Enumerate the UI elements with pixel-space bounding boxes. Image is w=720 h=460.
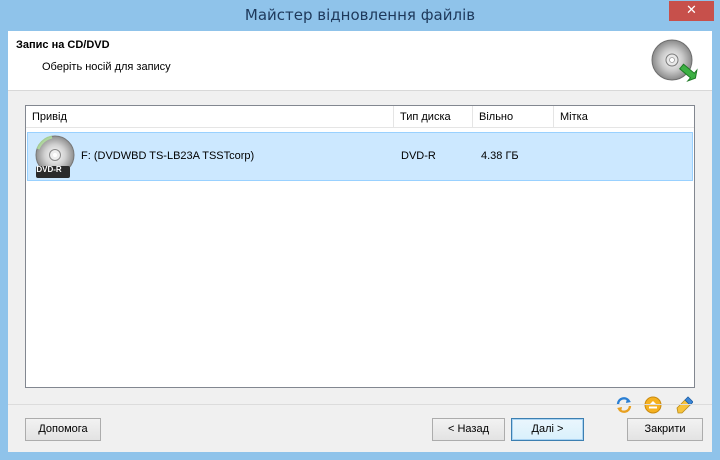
eject-icon[interactable] (644, 396, 662, 414)
disc-type: DVD-R (401, 150, 436, 162)
column-disc-type[interactable]: Тип диска (394, 106, 473, 128)
list-item[interactable]: DVD-R F: (DVDWBD TS-LB23A TSSTcorp) DVD-… (27, 132, 693, 181)
erase-icon[interactable] (675, 396, 693, 414)
free-space: 4.38 ГБ (481, 150, 519, 162)
list-header: Привід Тип диска Вільно Мітка (26, 106, 694, 128)
refresh-icon[interactable] (615, 396, 633, 414)
drive-list[interactable]: Привід Тип диска Вільно Мітка DVD-R F: (… (25, 105, 695, 388)
help-button[interactable]: Допомога (25, 418, 101, 441)
next-button[interactable]: Далі > (511, 418, 584, 441)
page-subtitle: Оберіть носій для запису (42, 61, 171, 73)
wizard-header: Запис на CD/DVD Оберіть носій для запису (8, 31, 712, 91)
back-button[interactable]: < Назад (432, 418, 505, 441)
disc-type-badge: DVD-R (36, 165, 62, 174)
column-free[interactable]: Вільно (473, 106, 554, 128)
footer-divider (8, 404, 712, 405)
window-title: Майстер відновлення файлів (244, 6, 476, 24)
close-button[interactable]: Закрити (627, 418, 703, 441)
column-drive[interactable]: Привід (26, 106, 394, 128)
window-frame: Майстер відновлення файлів ✕ Запис на CD… (0, 0, 720, 460)
page-title: Запис на CD/DVD (16, 39, 110, 51)
column-label[interactable]: Мітка (554, 106, 694, 128)
dialog-client-area: Запис на CD/DVD Оберіть носій для запису (8, 31, 712, 452)
drive-name: F: (DVDWBD TS-LB23A TSSTcorp) (81, 150, 255, 162)
window-close-button[interactable]: ✕ (669, 1, 714, 21)
title-bar[interactable]: Майстер відновлення файлів ✕ (0, 0, 720, 30)
cd-burn-icon (651, 39, 698, 82)
